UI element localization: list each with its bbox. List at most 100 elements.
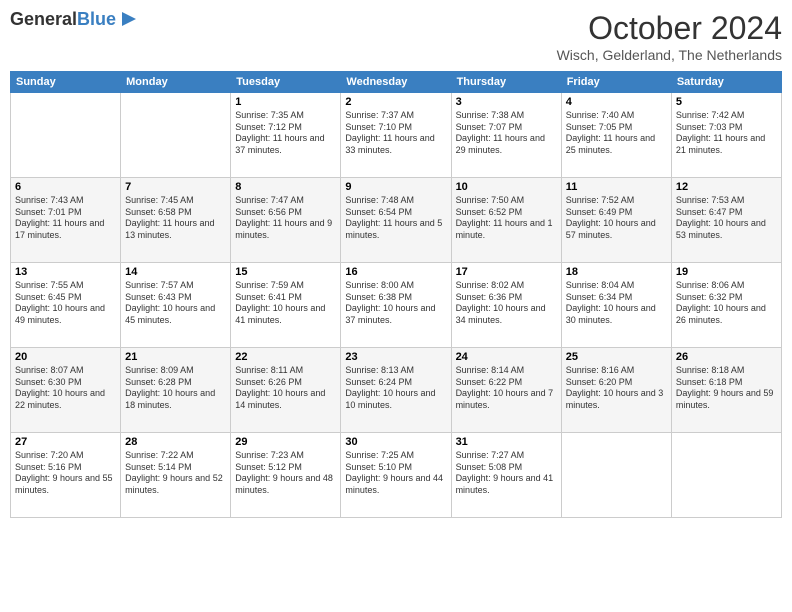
col-saturday: Saturday — [671, 72, 781, 93]
logo: GeneralBlue — [10, 10, 140, 30]
calendar-cell: 28Sunrise: 7:22 AM Sunset: 5:14 PM Dayli… — [121, 433, 231, 518]
day-info: Sunrise: 8:06 AM Sunset: 6:32 PM Dayligh… — [676, 280, 777, 327]
day-info: Sunrise: 7:48 AM Sunset: 6:54 PM Dayligh… — [345, 195, 446, 242]
day-number: 11 — [566, 181, 667, 193]
title-block: October 2024 Wisch, Gelderland, The Neth… — [557, 10, 782, 63]
day-info: Sunrise: 8:02 AM Sunset: 6:36 PM Dayligh… — [456, 280, 557, 327]
calendar-cell — [671, 433, 781, 518]
calendar-week-row: 1 Sunrise: 7:35 AM Sunset: 7:12 PM Daylig… — [11, 93, 782, 178]
day-number: 31 — [456, 436, 557, 448]
calendar-cell: 6 Sunrise: 7:43 AM Sunset: 7:01 PM Daylig… — [11, 178, 121, 263]
day-number: 15 — [235, 266, 336, 278]
calendar-cell: 15 Sunrise: 7:59 AM Sunset: 6:41 PM Dayli… — [231, 263, 341, 348]
day-info: Sunrise: 7:47 AM Sunset: 6:56 PM Dayligh… — [235, 195, 336, 242]
calendar-week-row: 20 Sunrise: 8:07 AM Sunset: 6:30 PM Dayli… — [11, 348, 782, 433]
day-number: 1 — [235, 96, 336, 108]
calendar-cell: 31 Sunrise: 7:27 AM Sunset: 5:08 PM Dayli… — [451, 433, 561, 518]
day-number: 17 — [456, 266, 557, 278]
logo-flag-icon — [118, 8, 140, 30]
col-thursday: Thursday — [451, 72, 561, 93]
day-number: 29 — [235, 436, 336, 448]
day-info: Sunrise: 8:11 AM Sunset: 6:26 PM Dayligh… — [235, 365, 336, 412]
calendar-cell: 24 Sunrise: 8:14 AM Sunset: 6:22 PM Dayli… — [451, 348, 561, 433]
day-info: Sunrise: 8:09 AM Sunset: 6:28 PM Dayligh… — [125, 365, 226, 412]
day-number: 4 — [566, 96, 667, 108]
day-info: Sunrise: 7:38 AM Sunset: 7:07 PM Dayligh… — [456, 110, 557, 157]
day-info: Sunrise: 7:43 AM Sunset: 7:01 PM Dayligh… — [15, 195, 116, 242]
calendar-cell: 19 Sunrise: 8:06 AM Sunset: 6:32 PM Dayli… — [671, 263, 781, 348]
day-info: Sunrise: 7:57 AM Sunset: 6:43 PM Dayligh… — [125, 280, 226, 327]
calendar-cell: 29Sunrise: 7:23 AM Sunset: 5:12 PM Dayli… — [231, 433, 341, 518]
day-info: Sunrise: 8:13 AM Sunset: 6:24 PM Dayligh… — [345, 365, 446, 412]
day-info: Sunrise: 8:14 AM Sunset: 6:22 PM Dayligh… — [456, 365, 557, 412]
calendar-cell: 13Sunrise: 7:55 AM Sunset: 6:45 PM Dayli… — [11, 263, 121, 348]
day-number: 3 — [456, 96, 557, 108]
day-info: Sunrise: 7:42 AM Sunset: 7:03 PM Dayligh… — [676, 110, 777, 157]
day-number: 21 — [125, 351, 226, 363]
day-info: Sunrise: 7:53 AM Sunset: 6:47 PM Dayligh… — [676, 195, 777, 242]
day-info: Sunrise: 8:00 AM Sunset: 6:38 PM Dayligh… — [345, 280, 446, 327]
day-number: 6 — [15, 181, 116, 193]
day-info: Sunrise: 7:35 AM Sunset: 7:12 PM Dayligh… — [235, 110, 336, 157]
day-info: Sunrise: 7:27 AM Sunset: 5:08 PM Dayligh… — [456, 450, 557, 497]
calendar-cell: 27 Sunrise: 7:20 AM Sunset: 5:16 PM Dayli… — [11, 433, 121, 518]
col-wednesday: Wednesday — [341, 72, 451, 93]
day-number: 26 — [676, 351, 777, 363]
calendar-cell: 21 Sunrise: 8:09 AM Sunset: 6:28 PM Dayli… — [121, 348, 231, 433]
day-number: 10 — [456, 181, 557, 193]
day-info: Sunrise: 7:55 AM Sunset: 6:45 PM Dayligh… — [15, 280, 116, 327]
calendar-cell: 20 Sunrise: 8:07 AM Sunset: 6:30 PM Dayli… — [11, 348, 121, 433]
calendar-cell: 10 Sunrise: 7:50 AM Sunset: 6:52 PM Dayli… — [451, 178, 561, 263]
logo-general-text: General — [10, 9, 77, 29]
col-monday: Monday — [121, 72, 231, 93]
calendar-cell: 5Sunrise: 7:42 AM Sunset: 7:03 PM Daylig… — [671, 93, 781, 178]
calendar-cell: 23 Sunrise: 8:13 AM Sunset: 6:24 PM Dayli… — [341, 348, 451, 433]
calendar-week-row: 27 Sunrise: 7:20 AM Sunset: 5:16 PM Dayli… — [11, 433, 782, 518]
day-number: 14 — [125, 266, 226, 278]
calendar-cell — [561, 433, 671, 518]
calendar-cell: 26 Sunrise: 8:18 AM Sunset: 6:18 PM Dayli… — [671, 348, 781, 433]
calendar-cell — [121, 93, 231, 178]
logo-blue-text: Blue — [77, 9, 116, 29]
calendar-cell: 22 Sunrise: 8:11 AM Sunset: 6:26 PM Dayli… — [231, 348, 341, 433]
day-info: Sunrise: 7:45 AM Sunset: 6:58 PM Dayligh… — [125, 195, 226, 242]
day-number: 20 — [15, 351, 116, 363]
day-info: Sunrise: 7:52 AM Sunset: 6:49 PM Dayligh… — [566, 195, 667, 242]
day-info: Sunrise: 7:22 AM Sunset: 5:14 PM Dayligh… — [125, 450, 226, 497]
calendar-cell: 9 Sunrise: 7:48 AM Sunset: 6:54 PM Daylig… — [341, 178, 451, 263]
day-number: 24 — [456, 351, 557, 363]
day-info: Sunrise: 8:18 AM Sunset: 6:18 PM Dayligh… — [676, 365, 777, 412]
month-title: October 2024 — [557, 10, 782, 47]
day-number: 7 — [125, 181, 226, 193]
day-number: 12 — [676, 181, 777, 193]
page: GeneralBlue October 2024 Wisch, Gelderla… — [0, 0, 792, 612]
col-friday: Friday — [561, 72, 671, 93]
day-number: 23 — [345, 351, 446, 363]
day-number: 19 — [676, 266, 777, 278]
calendar-cell: 16 Sunrise: 8:00 AM Sunset: 6:38 PM Dayli… — [341, 263, 451, 348]
calendar-cell: 2Sunrise: 7:37 AM Sunset: 7:10 PM Daylig… — [341, 93, 451, 178]
day-number: 27 — [15, 436, 116, 448]
day-info: Sunrise: 7:50 AM Sunset: 6:52 PM Dayligh… — [456, 195, 557, 242]
calendar-week-row: 13Sunrise: 7:55 AM Sunset: 6:45 PM Dayli… — [11, 263, 782, 348]
day-info: Sunrise: 8:07 AM Sunset: 6:30 PM Dayligh… — [15, 365, 116, 412]
day-info: Sunrise: 8:16 AM Sunset: 6:20 PM Dayligh… — [566, 365, 667, 412]
calendar-cell: 14 Sunrise: 7:57 AM Sunset: 6:43 PM Dayli… — [121, 263, 231, 348]
day-number: 22 — [235, 351, 336, 363]
location: Wisch, Gelderland, The Netherlands — [557, 47, 782, 63]
calendar-cell: 1 Sunrise: 7:35 AM Sunset: 7:12 PM Daylig… — [231, 93, 341, 178]
day-number: 8 — [235, 181, 336, 193]
day-info: Sunrise: 7:25 AM Sunset: 5:10 PM Dayligh… — [345, 450, 446, 497]
header: GeneralBlue October 2024 Wisch, Gelderla… — [10, 10, 782, 63]
day-info: Sunrise: 7:59 AM Sunset: 6:41 PM Dayligh… — [235, 280, 336, 327]
day-info: Sunrise: 7:20 AM Sunset: 5:16 PM Dayligh… — [15, 450, 116, 497]
calendar-cell: 4 Sunrise: 7:40 AM Sunset: 7:05 PM Daylig… — [561, 93, 671, 178]
calendar-cell: 18Sunrise: 8:04 AM Sunset: 6:34 PM Dayli… — [561, 263, 671, 348]
day-number: 9 — [345, 181, 446, 193]
day-number: 16 — [345, 266, 446, 278]
day-info: Sunrise: 7:37 AM Sunset: 7:10 PM Dayligh… — [345, 110, 446, 157]
calendar-cell: 7 Sunrise: 7:45 AM Sunset: 6:58 PM Daylig… — [121, 178, 231, 263]
day-info: Sunrise: 7:40 AM Sunset: 7:05 PM Dayligh… — [566, 110, 667, 157]
calendar-cell: 17 Sunrise: 8:02 AM Sunset: 6:36 PM Dayli… — [451, 263, 561, 348]
day-info: Sunrise: 8:04 AM Sunset: 6:34 PM Dayligh… — [566, 280, 667, 327]
